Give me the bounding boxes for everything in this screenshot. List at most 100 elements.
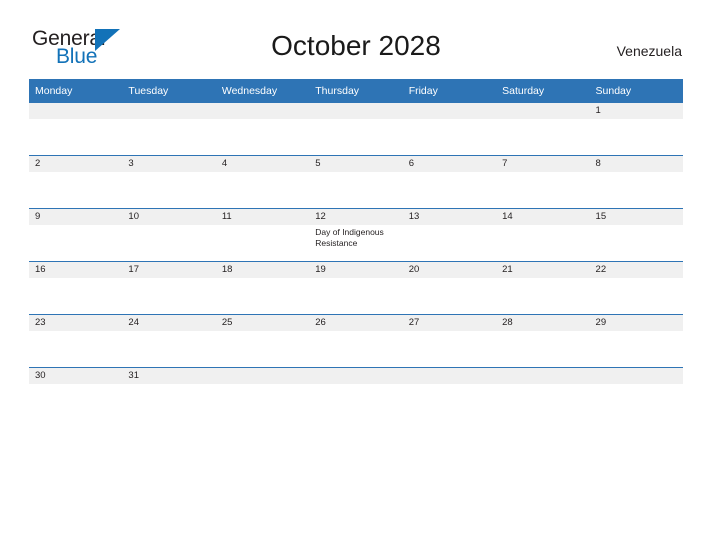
- calendar-day-cell[interactable]: 18: [215, 261, 310, 315]
- calendar-day-cell[interactable]: 23: [29, 314, 123, 368]
- weekday-header-sunday: Sunday: [589, 79, 683, 103]
- calendar-day-cell[interactable]: 7: [496, 155, 590, 209]
- weekday-header-friday: Friday: [402, 79, 497, 103]
- calendar-day-cell[interactable]: 10: [122, 208, 216, 262]
- weekday-header-saturday: Saturday: [496, 79, 590, 103]
- calendar-week-row: 2345678: [29, 155, 683, 209]
- calendar-day-cell[interactable]: 29: [589, 314, 683, 368]
- calendar-day-cell[interactable]: 14: [496, 208, 590, 262]
- day-number: [309, 103, 403, 119]
- calendar-empty-cell: [496, 367, 590, 420]
- calendar-day-cell[interactable]: 9: [29, 208, 123, 262]
- page-header: General Blue October 2028 Venezuela: [0, 0, 712, 67]
- calendar-week-row: 23 24 25 26 27 28 29: [29, 314, 683, 368]
- day-number: [402, 103, 497, 119]
- calendar-page: General Blue October 2028 Venezuela Mond…: [0, 0, 712, 550]
- day-number: 10: [122, 209, 216, 225]
- calendar-empty-cell: [122, 103, 216, 156]
- day-number: [589, 368, 683, 384]
- day-number: 21: [496, 262, 590, 278]
- calendar-empty-cell: [309, 367, 403, 420]
- calendar-week-row: 30 31: [29, 367, 683, 420]
- calendar-day-cell[interactable]: 30: [29, 367, 123, 420]
- calendar-day-cell[interactable]: 16: [29, 261, 123, 315]
- calendar-day-cell[interactable]: 5: [309, 155, 403, 209]
- day-number: 31: [122, 368, 216, 384]
- day-number: 20: [402, 262, 497, 278]
- calendar-day-cell[interactable]: 1: [589, 103, 683, 156]
- calendar-week-row: 16 17 18 19 20 21 22: [29, 261, 683, 315]
- calendar-day-cell[interactable]: 27: [402, 314, 497, 368]
- weekday-header-tuesday: Tuesday: [122, 79, 216, 103]
- calendar-day-cell[interactable]: 31: [122, 367, 216, 420]
- calendar-empty-cell: [29, 103, 123, 156]
- day-number: 6: [402, 156, 497, 172]
- day-number: 14: [496, 209, 590, 225]
- calendar-day-cell[interactable]: 25: [215, 314, 310, 368]
- calendar-header-row: Monday Tuesday Wednesday Thursday Friday…: [29, 79, 683, 103]
- calendar-day-cell[interactable]: 12 Day of Indigenous Resistance: [309, 208, 403, 262]
- day-number: [496, 368, 590, 384]
- weekday-header-monday: Monday: [29, 79, 123, 103]
- day-number: [122, 103, 216, 119]
- calendar-day-cell[interactable]: 2: [29, 155, 123, 209]
- calendar-empty-cell: [215, 103, 310, 156]
- calendar-table: Monday Tuesday Wednesday Thursday Friday…: [29, 79, 683, 420]
- day-number: 3: [122, 156, 216, 172]
- day-number: 9: [29, 209, 123, 225]
- region-label: Venezuela: [616, 43, 682, 59]
- calendar-day-cell[interactable]: 26: [309, 314, 403, 368]
- calendar-empty-cell: [309, 103, 403, 156]
- calendar-day-cell[interactable]: 22: [589, 261, 683, 315]
- calendar-empty-cell: [402, 103, 497, 156]
- calendar-empty-cell: [402, 367, 497, 420]
- calendar-day-cell[interactable]: 21: [496, 261, 590, 315]
- day-number: 16: [29, 262, 123, 278]
- calendar-day-cell[interactable]: 6: [402, 155, 497, 209]
- weekday-header-thursday: Thursday: [309, 79, 403, 103]
- day-number: [496, 103, 590, 119]
- day-number: 13: [402, 209, 497, 225]
- day-number: [402, 368, 497, 384]
- weekday-header-wednesday: Wednesday: [215, 79, 310, 103]
- day-number: 11: [215, 209, 310, 225]
- calendar-day-cell[interactable]: 4: [215, 155, 310, 209]
- calendar-body: 1 2 3 4 5 6 7 8 9 10 11 12 Day of Indigenous Resista…: [29, 103, 683, 420]
- calendar-day-cell[interactable]: 24: [122, 314, 216, 368]
- calendar-week-row: 1: [29, 103, 683, 156]
- day-events: Day of Indigenous Resistance: [309, 225, 402, 249]
- day-number: 5: [309, 156, 403, 172]
- calendar-day-cell[interactable]: 3: [122, 155, 216, 209]
- calendar-day-cell[interactable]: 13: [402, 208, 497, 262]
- day-number: 22: [589, 262, 683, 278]
- calendar-day-cell[interactable]: 17: [122, 261, 216, 315]
- calendar-empty-cell: [215, 367, 310, 420]
- day-number: [215, 368, 310, 384]
- day-number: [215, 103, 310, 119]
- calendar-day-cell[interactable]: 11: [215, 208, 310, 262]
- event-label: Day of Indigenous Resistance: [315, 227, 384, 248]
- calendar-day-cell[interactable]: 15: [589, 208, 683, 262]
- day-number: 30: [29, 368, 123, 384]
- calendar-empty-cell: [496, 103, 590, 156]
- calendar-week-row: 9 10 11 12 Day of Indigenous Resistance 13 14 1…: [29, 208, 683, 262]
- day-number: 12: [309, 209, 403, 225]
- day-number: 18: [215, 262, 310, 278]
- calendar-day-cell[interactable]: 28: [496, 314, 590, 368]
- calendar-day-cell[interactable]: 20: [402, 261, 497, 315]
- day-number: [309, 368, 403, 384]
- day-number: 1: [589, 103, 683, 119]
- day-number: 24: [122, 315, 216, 331]
- calendar-day-cell[interactable]: 19: [309, 261, 403, 315]
- day-number: [29, 103, 123, 119]
- day-number: 17: [122, 262, 216, 278]
- day-number: 26: [309, 315, 403, 331]
- day-number: 23: [29, 315, 123, 331]
- day-number: 29: [589, 315, 683, 331]
- page-title: October 2028: [271, 30, 441, 61]
- day-number: 19: [309, 262, 403, 278]
- day-number: 7: [496, 156, 590, 172]
- day-number: 25: [215, 315, 310, 331]
- day-number: 27: [402, 315, 497, 331]
- calendar-day-cell[interactable]: 8: [589, 155, 683, 209]
